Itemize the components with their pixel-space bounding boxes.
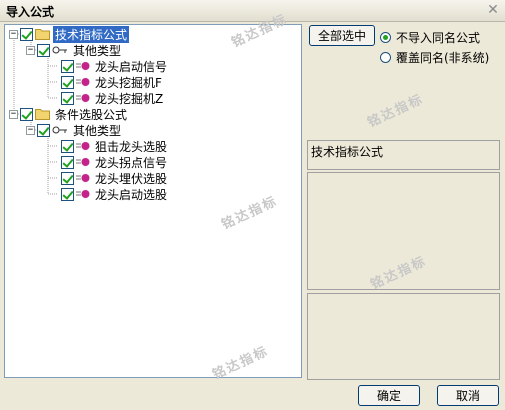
title-bar: 导入公式 ✕ (0, 0, 505, 22)
tree-item[interactable]: 狙击龙头选股 (61, 138, 169, 154)
tree-item[interactable]: 龙头启动信号 (61, 58, 169, 74)
tree-item[interactable]: 龙头埋伏选股 (61, 170, 169, 186)
tree-subgroup-label: 其他类型 (73, 43, 122, 58)
checkbox[interactable] (37, 123, 50, 137)
window-title: 导入公式 (6, 5, 55, 19)
tree-item[interactable]: 龙头启动选股 (61, 186, 169, 202)
select-all-button[interactable]: 全部选中 (309, 25, 375, 46)
checkbox[interactable] (61, 75, 74, 89)
checkbox[interactable] (61, 171, 74, 185)
formula-icon (76, 78, 90, 86)
tree-item-label: 龙头拐点信号 (95, 155, 168, 170)
tree-subgroup[interactable]: − 其他类型 (26, 42, 123, 58)
tree-subgroup-label: 其他类型 (73, 123, 122, 138)
checkbox[interactable] (37, 43, 50, 57)
checkbox[interactable] (61, 59, 74, 73)
collapse-icon[interactable]: − (9, 29, 18, 39)
radio-skip-duplicates[interactable]: 不导入同名公式 (380, 29, 480, 46)
tree-item[interactable]: 龙头挖掘机F (61, 74, 164, 90)
collapse-icon[interactable]: − (26, 125, 35, 135)
formula-icon (76, 94, 90, 102)
radio-button[interactable] (380, 52, 391, 63)
collapse-icon[interactable]: − (9, 109, 18, 119)
tree-item[interactable]: 龙头拐点信号 (61, 154, 169, 170)
checkbox[interactable] (61, 155, 74, 169)
formula-type-display: 技术指标公式 (307, 140, 500, 170)
radio-label: 不导入同名公式 (396, 31, 481, 45)
collapse-icon[interactable]: − (26, 45, 35, 55)
checkbox[interactable] (20, 27, 33, 41)
tree-item-label: 龙头挖掘机Z (95, 91, 164, 106)
tree-item-label: 狙击龙头选股 (95, 139, 168, 154)
detail-box (307, 293, 500, 380)
tree-group-label[interactable]: 条件选股公式 (53, 106, 129, 123)
key-icon (52, 126, 67, 134)
cancel-button[interactable]: 取消 (437, 385, 499, 406)
tree-group-screening[interactable]: − 条件选股公式 (9, 106, 129, 122)
radio-button[interactable] (380, 32, 391, 43)
formula-icon (76, 174, 90, 182)
tree-item-label: 龙头启动信号 (95, 59, 168, 74)
tree-group-label[interactable]: 技术指标公式 (53, 25, 130, 43)
checkbox[interactable] (20, 107, 33, 121)
folder-icon (35, 29, 50, 40)
radio-label: 覆盖同名(非系统) (396, 51, 490, 65)
tree-group-technical[interactable]: − 技术指标公式 (9, 25, 130, 43)
checkbox[interactable] (61, 91, 74, 105)
tree-item-label: 龙头启动选股 (95, 187, 168, 202)
formula-icon (76, 190, 90, 198)
tree-subgroup[interactable]: − 其他类型 (26, 122, 123, 138)
checkbox[interactable] (61, 139, 74, 153)
formula-icon (76, 62, 90, 70)
ok-button[interactable]: 确定 (358, 385, 420, 406)
checkbox[interactable] (61, 187, 74, 201)
tree-item-label: 龙头挖掘机F (95, 75, 162, 90)
formula-icon (76, 142, 90, 150)
formula-icon (76, 158, 90, 166)
key-icon (52, 46, 67, 54)
close-icon[interactable]: ✕ (486, 3, 500, 17)
radio-overwrite-duplicates[interactable]: 覆盖同名(非系统) (380, 49, 489, 66)
folder-icon (35, 109, 50, 120)
watermark: 铭达指标 (365, 91, 427, 131)
tree-item[interactable]: 龙头挖掘机Z (61, 90, 165, 106)
tree-item-label: 龙头埋伏选股 (95, 171, 168, 186)
